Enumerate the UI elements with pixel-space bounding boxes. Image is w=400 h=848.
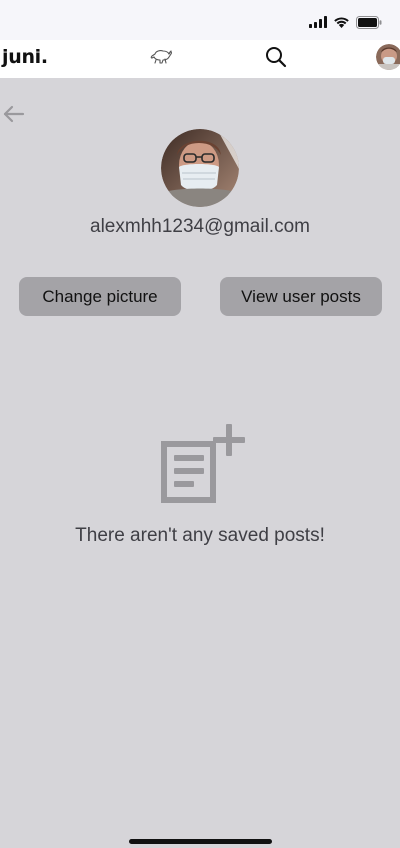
- back-arrow-icon[interactable]: [2, 103, 26, 125]
- bull-icon[interactable]: [148, 45, 174, 69]
- nav-profile-avatar[interactable]: [376, 44, 400, 70]
- top-nav-bar: juni.: [0, 40, 400, 78]
- profile-picture: [161, 129, 239, 207]
- status-icons: [309, 14, 382, 30]
- profile-avatar-icon: [376, 44, 400, 70]
- search-icon[interactable]: [264, 45, 288, 69]
- view-user-posts-button[interactable]: View user posts: [220, 277, 382, 316]
- wifi-icon: [334, 17, 349, 28]
- battery-icon: [356, 15, 382, 29]
- brand-logo-text[interactable]: juni.: [2, 46, 48, 68]
- profile-photo-icon: [161, 129, 239, 207]
- user-email: alexmhh1234@gmail.com: [90, 216, 310, 237]
- home-indicator[interactable]: [129, 839, 272, 844]
- add-post-icon: [161, 424, 245, 503]
- status-bar: [0, 0, 400, 40]
- signal-icon: [309, 16, 327, 28]
- change-picture-button[interactable]: Change picture: [19, 277, 181, 316]
- empty-state-message: There aren't any saved posts!: [75, 525, 325, 546]
